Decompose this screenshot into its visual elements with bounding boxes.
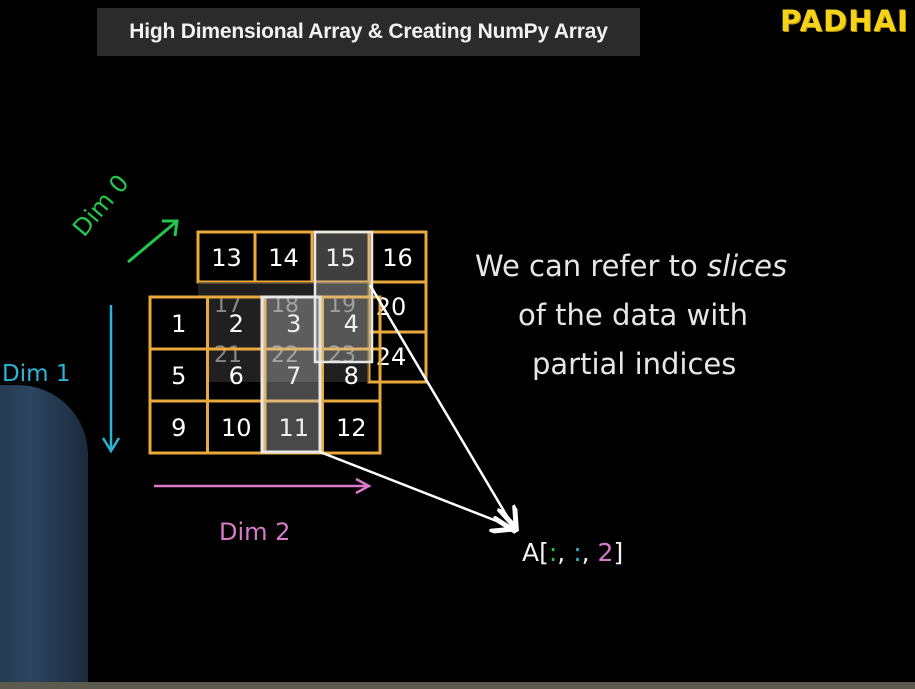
array-diagram: Dim 0 Dim 1 Dim 2 131415162024 171819212… [2,169,787,567]
dim2-label: Dim 2 [219,518,290,546]
expr-sep2: , [582,538,598,567]
caption-line-3: partial indices [532,347,736,381]
grid-cell-value: 14 [268,244,299,272]
slice-highlight-front [260,295,322,454]
grid-cell-value: 16 [382,244,413,272]
caption-line-1-start: We can refer to [475,249,707,283]
caption-line-2: of the data with [518,298,748,332]
caption-emphasis: slices [707,249,787,283]
grid-cell-value: 5 [171,362,186,390]
dim1-label: Dim 1 [2,361,70,387]
expr-prefix: A[ [522,538,549,567]
caption-line-1: We can refer to slices [475,249,787,283]
slice-highlight-back [313,230,374,364]
grid-cell-value: 8 [344,362,359,390]
expr-dim2: 2 [598,538,614,567]
grid-cell-value: 2 [229,310,244,338]
expr-suffix: ] [613,538,623,567]
dim0-arrow [127,219,179,264]
grid-cell-value: 6 [229,362,244,390]
grid-cell-value: 13 [211,244,242,272]
video-bottom-bar [0,682,915,689]
grid-cell-value: 10 [221,414,252,442]
grid-cell-value: 1 [171,310,186,338]
dim0-label: Dim 0 [67,169,134,242]
expr-sep1: , [557,538,573,567]
dim2-arrow [154,477,372,495]
slice-expression: A[:, :, 2] [522,538,623,567]
grid-cell-value: 9 [171,414,186,442]
grid-cell-value: 12 [336,414,367,442]
dim1-arrow [101,305,121,454]
expr-dim1: : [573,538,581,567]
expr-dim0: : [549,538,557,567]
